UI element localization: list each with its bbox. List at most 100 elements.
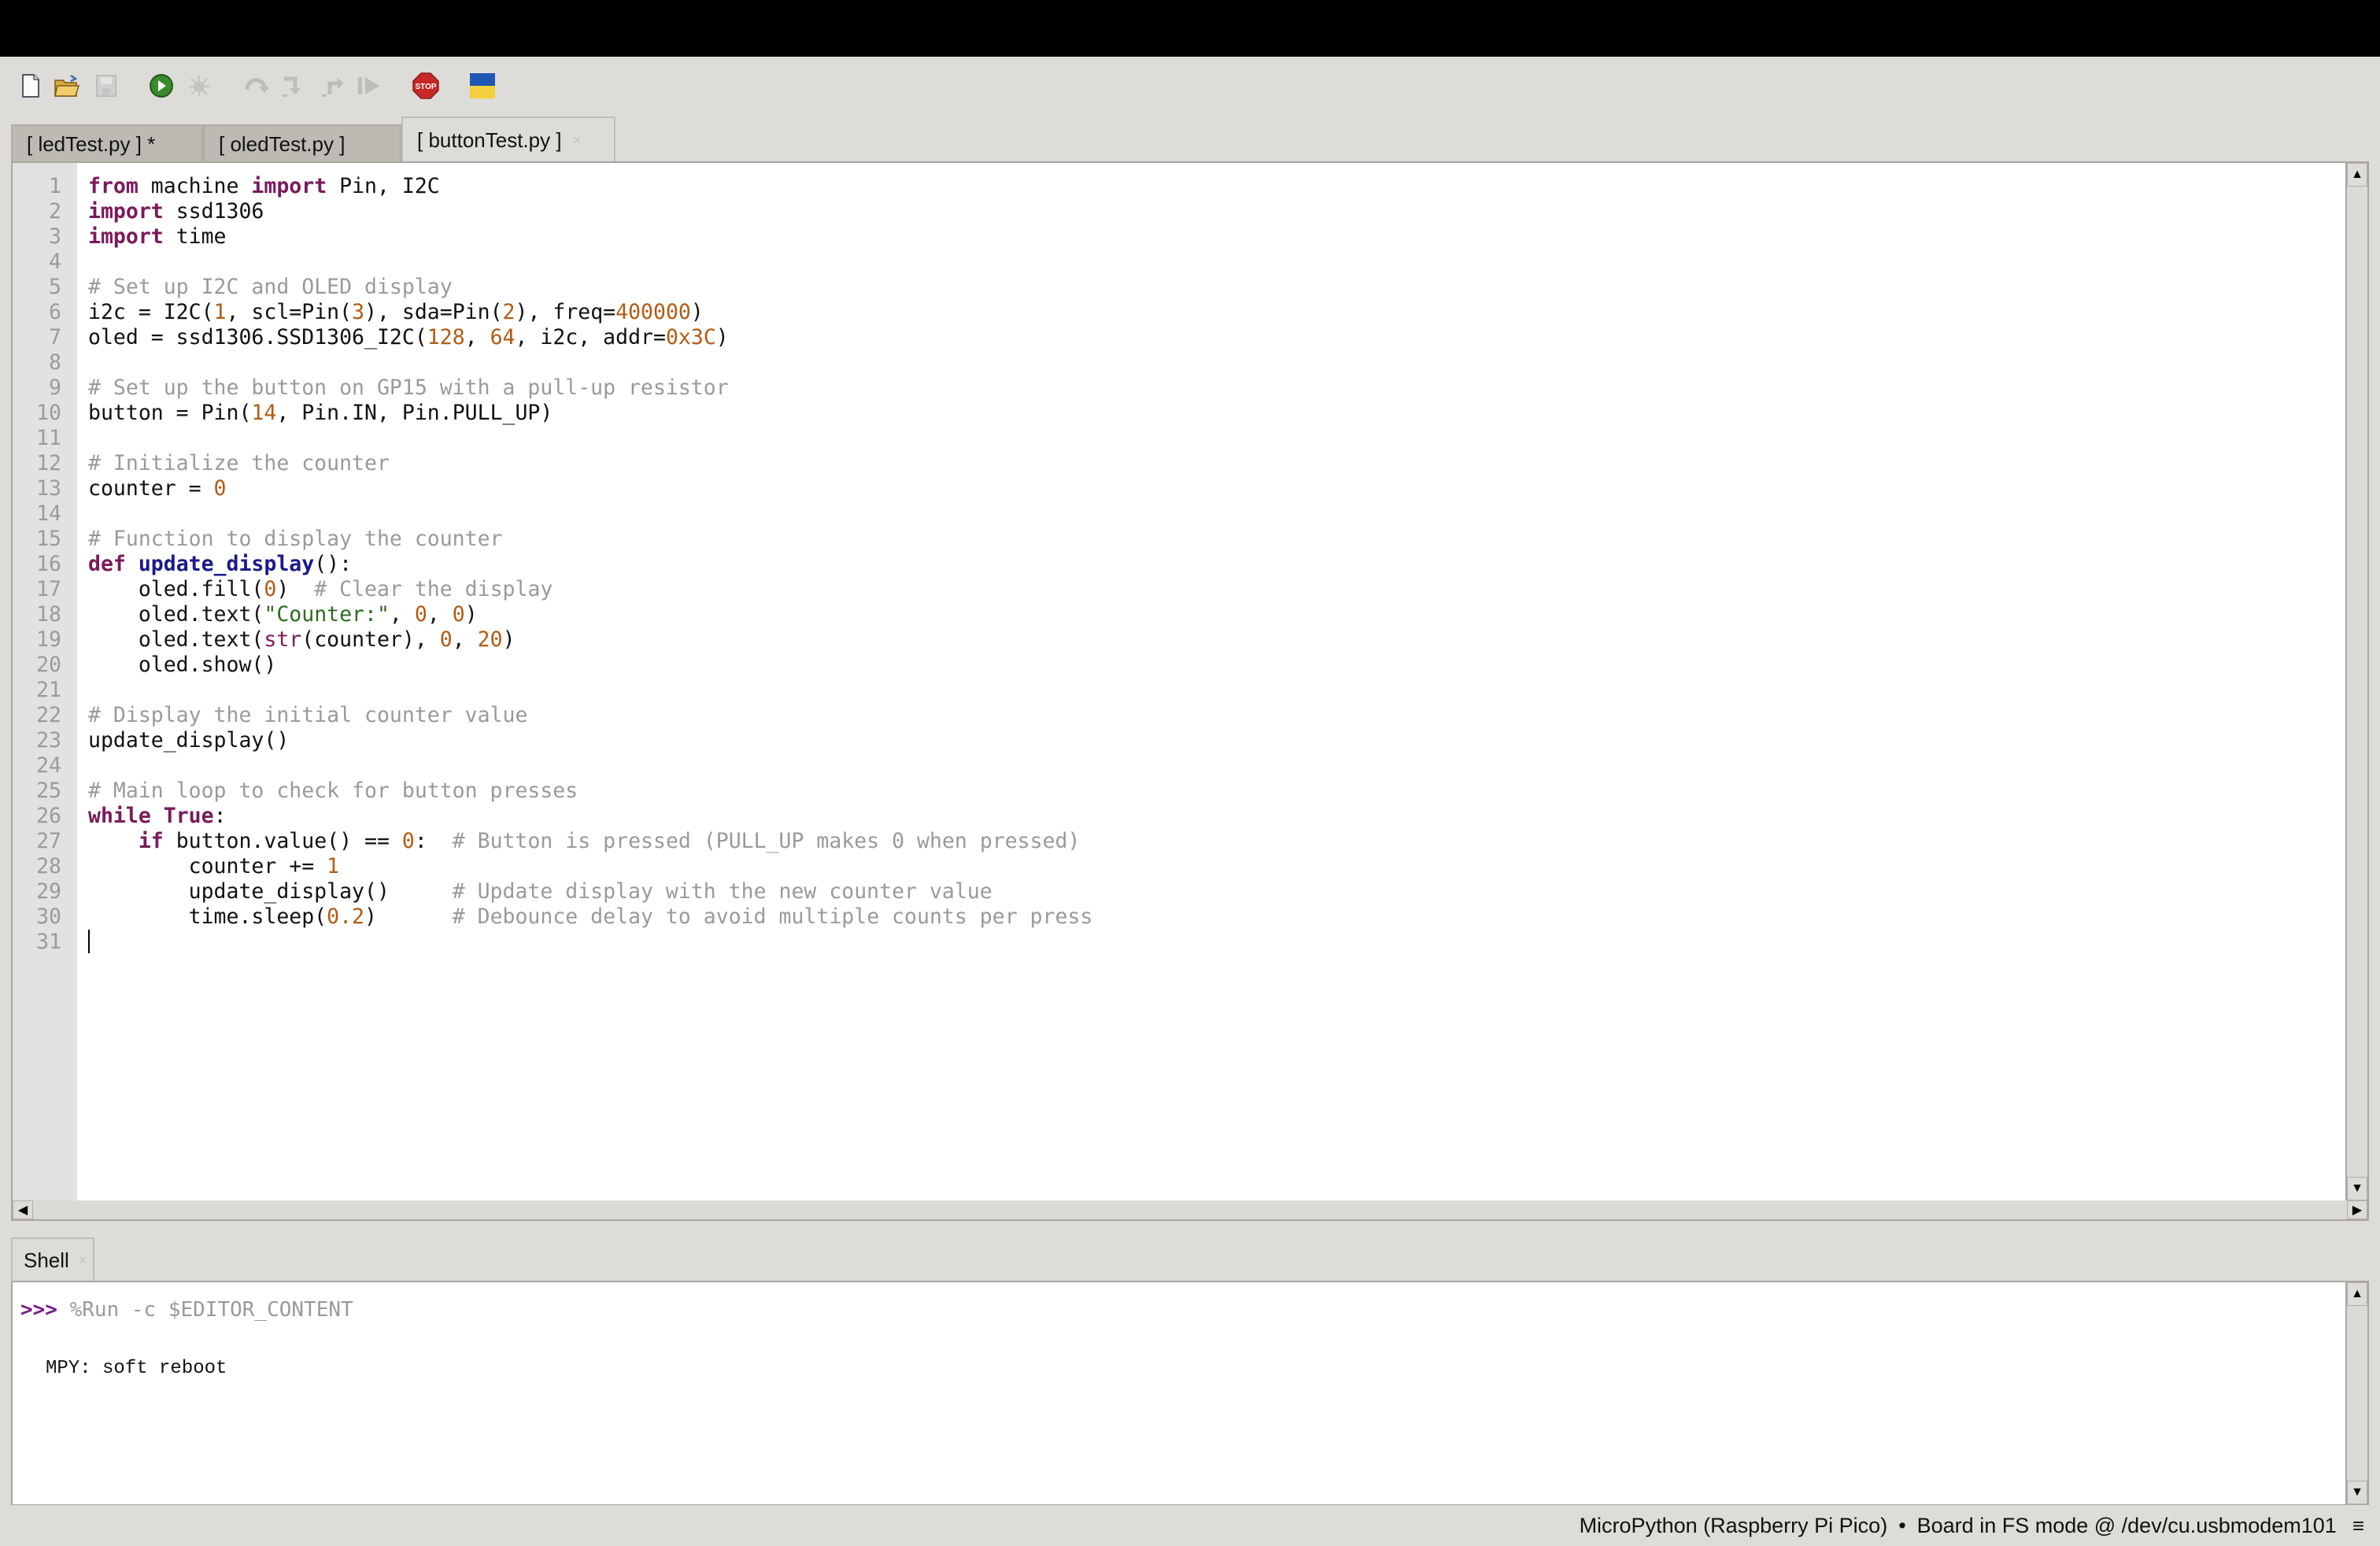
code-line[interactable]: 13 counter = 0 bbox=[13, 476, 2326, 501]
line-text bbox=[77, 426, 88, 451]
debug-button[interactable] bbox=[186, 72, 213, 99]
board-status[interactable]: Board in FS mode @ /dev/cu.usbmodem101 bbox=[1917, 1514, 2337, 1538]
scroll-down-arrow-icon[interactable]: ▼ bbox=[2347, 1481, 2367, 1504]
tab-buttontest[interactable]: [ buttonTest.py ] × bbox=[401, 117, 615, 162]
code-line[interactable]: 11 bbox=[13, 426, 2326, 451]
code-token: 1 bbox=[213, 300, 227, 324]
line-text: # Set up I2C and OLED display bbox=[77, 275, 453, 300]
folder-open-icon bbox=[54, 74, 80, 97]
code-token: # Set up the button on GP15 with a pull-… bbox=[88, 375, 729, 400]
editor-vertical-scrollbar[interactable]: ▲ ▼ bbox=[2345, 163, 2367, 1200]
code-line[interactable]: 7 oled = ssd1306.SSD1306_I2C(128, 64, i2c… bbox=[13, 325, 2326, 350]
resume-icon bbox=[358, 77, 379, 94]
tab-oledtest[interactable]: [ oledTest.py ] × bbox=[203, 124, 401, 162]
interpreter-status[interactable]: MicroPython (Raspberry Pi Pico) bbox=[1580, 1514, 1888, 1538]
line-number: 7 bbox=[49, 325, 61, 350]
code-line[interactable]: 25 # Main loop to check for button presse… bbox=[13, 779, 2326, 804]
shell-output: MPY: soft reboot bbox=[46, 1358, 227, 1379]
code-line[interactable]: 26 while True: bbox=[13, 804, 2326, 829]
code-line[interactable]: 10 button = Pin(14, Pin.IN, Pin.PULL_UP) bbox=[13, 401, 2326, 426]
support-ukraine-button[interactable] bbox=[469, 72, 496, 99]
scroll-up-arrow-icon[interactable]: ▲ bbox=[2347, 1282, 2367, 1306]
line-text: # Main loop to check for button presses bbox=[77, 779, 578, 804]
shell-vertical-scrollbar[interactable]: ▲ ▼ bbox=[2345, 1282, 2367, 1504]
resume-button[interactable] bbox=[356, 72, 382, 99]
code-token: def bbox=[88, 552, 126, 576]
stop-button[interactable]: STOP bbox=[412, 72, 439, 99]
line-text bbox=[77, 753, 88, 779]
code-area[interactable]: 1 from machine import Pin, I2C 2 import ssd… bbox=[13, 174, 2326, 955]
code-line[interactable]: 24 bbox=[13, 753, 2326, 779]
code-line[interactable]: 8 bbox=[13, 350, 2326, 375]
close-icon[interactable]: × bbox=[79, 1252, 87, 1269]
code-line[interactable]: 3 import time bbox=[13, 224, 2326, 250]
new-file-button[interactable] bbox=[17, 72, 44, 99]
step-into-button[interactable] bbox=[280, 72, 307, 99]
code-token: 14 bbox=[251, 401, 277, 425]
code-line[interactable]: 6 i2c = I2C(1, scl=Pin(3), sda=Pin(2), fr… bbox=[13, 300, 2326, 325]
scroll-up-arrow-icon[interactable]: ▲ bbox=[2347, 163, 2367, 187]
close-icon[interactable]: × bbox=[356, 136, 364, 153]
line-number: 2 bbox=[49, 199, 61, 224]
line-text: from machine import Pin, I2C bbox=[77, 174, 440, 199]
code-token: import bbox=[88, 199, 164, 224]
line-text: import time bbox=[77, 224, 227, 250]
code-line[interactable]: 21 bbox=[13, 678, 2326, 703]
code-line[interactable]: 9 # Set up the button on GP15 with a pull… bbox=[13, 375, 2326, 401]
code-token: oled.text( bbox=[88, 627, 264, 652]
tab-ledtest[interactable]: [ ledTest.py ] * × bbox=[11, 124, 203, 162]
code-line[interactable]: 12 # Initialize the counter bbox=[13, 451, 2326, 476]
code-token: # Button is pressed (PULL_UP makes 0 whe… bbox=[452, 829, 1081, 853]
line-text: i2c = I2C(1, scl=Pin(3), sda=Pin(2), fre… bbox=[77, 300, 704, 325]
code-line[interactable]: 15 # Function to display the counter bbox=[13, 527, 2326, 552]
step-into-icon bbox=[283, 76, 301, 97]
hamburger-menu-icon[interactable]: ≡ bbox=[2352, 1514, 2364, 1538]
code-token: "Counter:" bbox=[264, 602, 390, 627]
run-button[interactable] bbox=[148, 72, 175, 99]
shell-panel[interactable]: >>> %Run -c $EDITOR_CONTENT MPY: soft re… bbox=[11, 1281, 2369, 1506]
code-token: counter = bbox=[88, 476, 214, 501]
shell-tab-label: Shell bbox=[24, 1248, 69, 1272]
code-line[interactable]: 17 oled.fill(0) # Clear the display bbox=[13, 577, 2326, 602]
line-number: 20 bbox=[36, 653, 61, 677]
code-line[interactable]: 2 import ssd1306 bbox=[13, 199, 2326, 224]
code-line[interactable]: 20 oled.show() bbox=[13, 653, 2326, 678]
step-over-button[interactable] bbox=[242, 72, 269, 99]
code-line[interactable]: 14 bbox=[13, 501, 2326, 527]
line-text: # Display the initial counter value bbox=[77, 703, 527, 728]
code-line[interactable]: 31 bbox=[13, 930, 2326, 955]
code-line[interactable]: 29 update_display() # Update display wit… bbox=[13, 879, 2326, 904]
code-token: , bbox=[389, 602, 415, 627]
code-line[interactable]: 30 time.sleep(0.2) # Debounce delay to a… bbox=[13, 904, 2326, 930]
code-line[interactable]: 1 from machine import Pin, I2C bbox=[13, 174, 2326, 199]
scroll-down-arrow-icon[interactable]: ▼ bbox=[2347, 1177, 2367, 1200]
step-out-button[interactable] bbox=[320, 72, 346, 99]
open-file-button[interactable] bbox=[54, 72, 80, 99]
code-line[interactable]: 28 counter += 1 bbox=[13, 854, 2326, 879]
close-icon[interactable]: × bbox=[573, 132, 582, 149]
code-line[interactable]: 27 if button.value() == 0: # Button is p… bbox=[13, 829, 2326, 854]
editor-horizontal-scrollbar[interactable]: ◀ ▶ bbox=[11, 1200, 2369, 1221]
scroll-right-arrow-icon[interactable]: ▶ bbox=[2347, 1200, 2367, 1219]
code-line[interactable]: 22 # Display the initial counter value bbox=[13, 703, 2326, 728]
toolbar: STOP bbox=[0, 57, 2380, 117]
scroll-left-arrow-icon[interactable]: ◀ bbox=[13, 1200, 33, 1219]
code-token: 2 bbox=[502, 300, 516, 324]
code-line[interactable]: 19 oled.text(str(counter), 0, 20) bbox=[13, 627, 2326, 653]
code-line[interactable]: 4 bbox=[13, 250, 2326, 275]
tab-shell[interactable]: Shell × bbox=[11, 1237, 94, 1282]
code-editor[interactable]: 1 from machine import Pin, I2C 2 import ssd… bbox=[11, 161, 2369, 1202]
code-token: 0 bbox=[401, 829, 415, 853]
code-line[interactable]: 5 # Set up I2C and OLED display bbox=[13, 275, 2326, 300]
save-button[interactable] bbox=[93, 72, 120, 99]
code-line[interactable]: 16 def update_display(): bbox=[13, 552, 2326, 577]
code-token: ) bbox=[276, 577, 315, 601]
close-icon[interactable]: × bbox=[166, 136, 175, 153]
shell-command-line: >>> %Run -c $EDITOR_CONTENT bbox=[20, 1298, 353, 1322]
code-line[interactable]: 18 oled.text("Counter:", 0, 0) bbox=[13, 602, 2326, 627]
code-token: ), sda=Pin( bbox=[364, 300, 503, 324]
line-text bbox=[77, 678, 88, 703]
code-line[interactable]: 23 update_display() bbox=[13, 728, 2326, 753]
code-token: from bbox=[88, 174, 139, 198]
line-number: 11 bbox=[36, 426, 61, 450]
